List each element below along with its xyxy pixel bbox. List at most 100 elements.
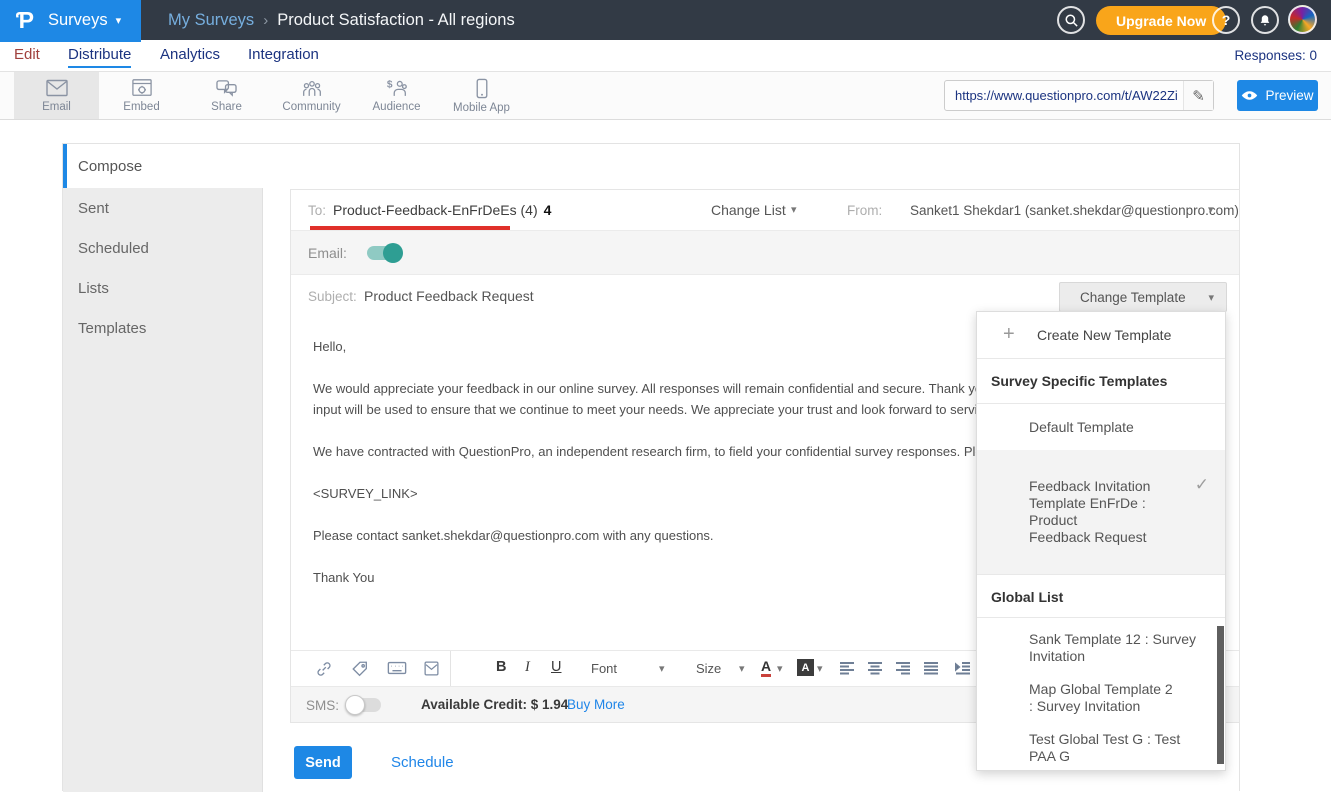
- channel-tab-share[interactable]: Share: [184, 72, 269, 119]
- tab-distribute[interactable]: Distribute: [68, 46, 131, 68]
- audience-icon: $: [385, 78, 409, 98]
- embed-icon: [131, 78, 153, 98]
- user-avatar[interactable]: [1288, 5, 1317, 34]
- create-new-template-item[interactable]: + Create New Template: [977, 312, 1225, 358]
- change-template-caret-icon: ▾: [1208, 291, 1214, 304]
- sidebar-item-sent[interactable]: Sent: [63, 188, 263, 228]
- help-button[interactable]: ?: [1212, 6, 1240, 34]
- breadcrumb-my-surveys[interactable]: My Surveys: [168, 11, 254, 30]
- send-button[interactable]: Send: [294, 746, 352, 779]
- channel-tab-audience[interactable]: $ Audience: [354, 72, 439, 119]
- template-item-sank-12[interactable]: Sank Template 12 : Survey Invitation: [977, 618, 1225, 665]
- keyboard-icon[interactable]: [387, 660, 405, 678]
- email-icon: [45, 78, 69, 98]
- page-title: Product Satisfaction - All regions: [277, 11, 515, 30]
- survey-specific-templates-header: Survey Specific Templates: [977, 359, 1225, 403]
- template-item-selected[interactable]: Feedback Invitation Template EnFrDe : Pr…: [977, 450, 1225, 574]
- search-button[interactable]: [1057, 6, 1085, 34]
- tab-analytics[interactable]: Analytics: [160, 46, 220, 63]
- underline-button[interactable]: U: [551, 659, 561, 675]
- highlight-color-button[interactable]: A: [797, 659, 814, 676]
- channel-tab-community[interactable]: Community: [269, 72, 354, 119]
- chevron-right-icon: ›: [263, 12, 268, 29]
- schedule-link[interactable]: Schedule: [391, 754, 454, 771]
- size-caret-icon[interactable]: ▾: [739, 662, 745, 675]
- template-item-test-global-g[interactable]: Test Global Test G : Test PAA G: [977, 715, 1225, 765]
- toggle-knob: [345, 695, 365, 715]
- bell-icon: [1258, 13, 1272, 28]
- from-caret-icon[interactable]: ▾: [1208, 203, 1214, 216]
- align-center-icon[interactable]: [867, 661, 883, 680]
- channel-tab-embed[interactable]: Embed: [99, 72, 184, 119]
- survey-url-box: ✎: [944, 80, 1214, 111]
- toggle-knob: [383, 243, 403, 263]
- font-size-dropdown[interactable]: Size: [696, 661, 721, 676]
- global-list-header: Global List: [977, 575, 1225, 617]
- sidebar-item-compose[interactable]: Compose: [63, 144, 263, 188]
- chevron-down-icon: ▾: [116, 14, 122, 27]
- sidebar-item-lists[interactable]: Lists: [63, 268, 263, 308]
- change-list-button[interactable]: Change List: [711, 202, 786, 218]
- logo-accent-strip: [0, 40, 141, 42]
- edit-url-button[interactable]: ✎: [1183, 81, 1213, 110]
- community-icon: [300, 78, 324, 98]
- bold-button[interactable]: B: [496, 659, 506, 675]
- channel-tab-mobile-app[interactable]: Mobile App: [439, 72, 524, 119]
- compose-sidebar: Compose Sent Scheduled Lists Templates: [63, 144, 263, 792]
- italic-button[interactable]: I: [525, 659, 530, 676]
- text-color-button[interactable]: A: [761, 658, 771, 677]
- recipient-underline: [310, 226, 510, 230]
- available-credit-text: Available Credit: $ 1.94: [421, 697, 568, 712]
- sms-toggle-label: SMS:: [306, 698, 339, 713]
- help-icon: ?: [1222, 12, 1231, 28]
- font-family-dropdown[interactable]: Font: [591, 661, 617, 676]
- merge-tag-icon[interactable]: [351, 660, 369, 678]
- align-justify-icon[interactable]: [923, 661, 939, 680]
- questionpro-logo-icon: Ƥ: [16, 7, 34, 34]
- subject-label: Subject:: [308, 289, 357, 304]
- email-toggle-row: Email:: [291, 231, 1239, 275]
- global-templates-scroll-area: Sank Template 12 : Survey Invitation Map…: [977, 618, 1225, 770]
- sidebar-item-scheduled[interactable]: Scheduled: [63, 228, 263, 268]
- pencil-icon: ✎: [1192, 87, 1205, 105]
- survey-url-input[interactable]: [945, 81, 1183, 110]
- align-right-icon[interactable]: [895, 661, 911, 680]
- buy-more-link[interactable]: Buy More: [567, 697, 625, 712]
- insert-image-icon[interactable]: [423, 660, 441, 678]
- change-template-button[interactable]: Change Template ▾: [1059, 282, 1227, 312]
- plus-icon: +: [1003, 323, 1015, 346]
- preview-button[interactable]: Preview: [1237, 80, 1318, 111]
- sidebar-item-templates[interactable]: Templates: [63, 308, 263, 348]
- text-color-caret-icon[interactable]: ▾: [777, 662, 783, 675]
- toolbar-separator: [450, 651, 451, 686]
- email-toggle[interactable]: [367, 246, 401, 260]
- insert-link-icon[interactable]: [315, 660, 333, 678]
- indent-increase-icon[interactable]: [955, 661, 971, 680]
- sms-toggle[interactable]: [347, 698, 381, 712]
- template-item-map-global-2[interactable]: Map Global Template 2 : Survey Invitatio…: [977, 665, 1225, 715]
- menu-scrollbar-thumb[interactable]: [1217, 626, 1224, 764]
- breadcrumb: My Surveys › Product Satisfaction - All …: [168, 0, 515, 40]
- upgrade-now-button[interactable]: Upgrade Now: [1096, 6, 1226, 35]
- tab-edit[interactable]: Edit: [14, 46, 40, 63]
- subject-input-value[interactable]: Product Feedback Request: [364, 288, 534, 304]
- search-icon: [1064, 13, 1079, 28]
- tab-integration[interactable]: Integration: [248, 46, 319, 63]
- from-sender-value[interactable]: Sanket1 Shekdar1 (sanket.shekdar@questio…: [910, 203, 1239, 218]
- topbar: Ƥ Surveys ▾ My Surveys › Product Satisfa…: [0, 0, 1331, 40]
- from-label: From:: [847, 203, 882, 218]
- eye-icon: [1241, 90, 1258, 101]
- font-caret-icon[interactable]: ▾: [659, 662, 665, 675]
- product-switcher[interactable]: Ƥ Surveys ▾: [0, 0, 141, 40]
- distribute-channel-bar: Email Embed Share Community $ Audience M…: [0, 72, 1331, 120]
- survey-nav: Edit Distribute Analytics Integration Re…: [0, 40, 1331, 72]
- responses-count: Responses: 0: [1234, 48, 1317, 63]
- align-left-icon[interactable]: [839, 661, 855, 680]
- change-list-caret-icon[interactable]: ▾: [791, 203, 797, 216]
- highlight-caret-icon[interactable]: ▾: [817, 662, 823, 675]
- notifications-button[interactable]: [1251, 6, 1279, 34]
- product-switcher-label: Surveys: [48, 11, 108, 30]
- channel-tab-email[interactable]: Email: [14, 72, 99, 119]
- template-item-default[interactable]: Default Template: [977, 404, 1225, 450]
- mobile-app-icon: [475, 78, 489, 99]
